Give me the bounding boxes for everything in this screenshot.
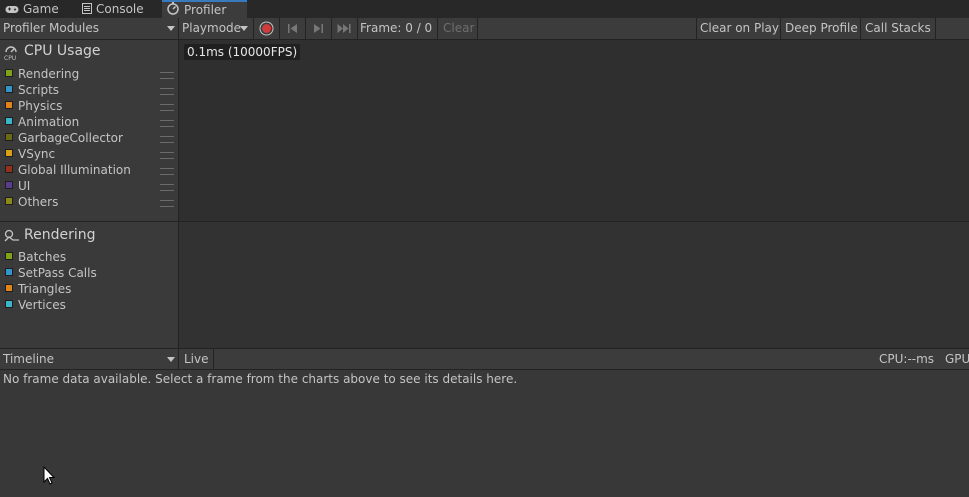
clear-on-play-button[interactable]: Clear on Play bbox=[700, 18, 779, 39]
deep-profile-button[interactable]: Deep Profile bbox=[785, 18, 858, 39]
legend-label: Others bbox=[18, 195, 59, 209]
last-frame-icon bbox=[337, 24, 351, 33]
cpu-module-title: CPU Usage bbox=[24, 43, 101, 59]
legend-label: VSync bbox=[18, 147, 56, 161]
legend-color-swatch bbox=[5, 197, 13, 205]
drag-handle-icon[interactable] bbox=[160, 120, 174, 127]
tab-game[interactable]: Game bbox=[5, 0, 59, 18]
tab-console-label: Console bbox=[96, 2, 144, 16]
legend-label: Rendering bbox=[18, 67, 80, 81]
details-toolbar: Timeline Live CPU:--ms GPU bbox=[0, 349, 969, 370]
legend-color-swatch bbox=[5, 69, 13, 77]
legend-color-swatch bbox=[5, 101, 13, 109]
rendering-module-title: Rendering bbox=[24, 227, 96, 243]
profiler-modules-label: Profiler Modules bbox=[3, 21, 99, 35]
rendering-module[interactable]: Rendering Batches SetPass Calls Triangles V… bbox=[0, 222, 179, 348]
legend-color-swatch bbox=[5, 300, 13, 308]
drag-handle-icon[interactable] bbox=[160, 184, 174, 191]
legend-item[interactable]: SetPass Calls bbox=[5, 265, 97, 281]
legend-color-swatch bbox=[5, 165, 13, 173]
drag-handle-icon[interactable] bbox=[160, 152, 174, 159]
timeline-dropdown[interactable]: Timeline bbox=[3, 349, 178, 369]
no-data-message: No frame data available. Select a frame … bbox=[3, 372, 518, 386]
legend-item[interactable]: VSync bbox=[5, 146, 55, 162]
frame-counter: Frame: 0 / 0 bbox=[360, 21, 433, 35]
chevron-down-icon bbox=[167, 357, 175, 362]
drag-handle-icon[interactable] bbox=[160, 136, 174, 143]
cpu-usage-module[interactable]: CPU CPU Usage Rendering Scripts Physics Ani… bbox=[0, 40, 179, 221]
playmode-dropdown[interactable]: Playmode bbox=[182, 18, 252, 39]
profiler-modules-dropdown[interactable]: Profiler Modules bbox=[3, 18, 178, 39]
tab-game-label: Game bbox=[23, 2, 59, 16]
legend-item[interactable]: Batches bbox=[5, 249, 66, 265]
chevron-down-icon bbox=[167, 26, 175, 31]
legend-color-swatch bbox=[5, 85, 13, 93]
record-icon bbox=[259, 21, 274, 36]
timeline-label: Timeline bbox=[3, 352, 55, 366]
rendering-icon bbox=[4, 229, 19, 242]
tab-console[interactable]: Console bbox=[82, 0, 144, 18]
svg-text:CPU: CPU bbox=[4, 55, 16, 60]
gpu-time-readout: GPU bbox=[945, 352, 969, 366]
drag-handle-icon[interactable] bbox=[160, 88, 174, 95]
legend-item[interactable]: Animation bbox=[5, 114, 79, 130]
legend-item[interactable]: Rendering bbox=[5, 66, 79, 82]
frame-details-panel[interactable]: No frame data available. Select a frame … bbox=[0, 370, 969, 497]
legend-label: Batches bbox=[18, 250, 67, 264]
legend-label: Scripts bbox=[18, 83, 60, 97]
legend-color-swatch bbox=[5, 117, 13, 125]
first-frame-button[interactable] bbox=[280, 18, 305, 39]
cpu-icon: CPU bbox=[4, 46, 17, 60]
profiler-icon bbox=[167, 2, 180, 19]
legend-color-swatch bbox=[5, 284, 13, 292]
legend-item[interactable]: Others bbox=[5, 194, 58, 210]
live-toggle[interactable]: Live bbox=[184, 349, 209, 369]
legend-color-swatch bbox=[5, 149, 13, 157]
mouse-cursor-icon bbox=[43, 466, 55, 485]
next-frame-button[interactable] bbox=[306, 18, 331, 39]
legend-color-swatch bbox=[5, 252, 13, 260]
legend-label: Global Illumination bbox=[18, 163, 131, 177]
drag-handle-icon[interactable] bbox=[160, 200, 174, 207]
chevron-down-icon bbox=[240, 26, 248, 31]
window-tab-bar: Game Console Profiler bbox=[0, 0, 969, 18]
legend-label: Vertices bbox=[18, 298, 66, 312]
legend-label: Triangles bbox=[18, 282, 72, 296]
next-frame-icon bbox=[314, 24, 323, 33]
drag-handle-icon[interactable] bbox=[160, 72, 174, 79]
legend-item[interactable]: Vertices bbox=[5, 297, 66, 313]
cpu-time-readout: CPU:--ms bbox=[879, 352, 935, 366]
legend-item[interactable]: GarbageCollector bbox=[5, 130, 123, 146]
legend-item[interactable]: Physics bbox=[5, 98, 62, 114]
legend-label: Animation bbox=[18, 115, 80, 129]
gamepad-icon bbox=[5, 1, 19, 19]
legend-label: UI bbox=[18, 179, 31, 193]
legend-label: GarbageCollector bbox=[18, 131, 123, 145]
profiler-toolbar: Profiler Modules Playmode Frame: 0 / 0 C… bbox=[0, 18, 969, 40]
playmode-label: Playmode bbox=[182, 21, 242, 35]
call-stacks-button[interactable]: Call Stacks bbox=[865, 18, 931, 39]
last-frame-button[interactable] bbox=[332, 18, 357, 39]
legend-color-swatch bbox=[5, 268, 13, 276]
tab-profiler[interactable]: Profiler bbox=[162, 0, 247, 18]
legend-item[interactable]: Scripts bbox=[5, 82, 59, 98]
first-frame-icon bbox=[288, 24, 297, 33]
legend-item[interactable]: Triangles bbox=[5, 281, 71, 297]
legend-color-swatch bbox=[5, 133, 13, 141]
rendering-chart[interactable] bbox=[179, 222, 969, 348]
frame-time-tooltip: 0.1ms (10000FPS) bbox=[184, 44, 301, 60]
record-button[interactable] bbox=[254, 18, 278, 39]
legend-item[interactable]: UI bbox=[5, 178, 30, 194]
console-icon bbox=[82, 1, 92, 19]
clear-button[interactable]: Clear bbox=[443, 18, 474, 39]
legend-label: SetPass Calls bbox=[18, 266, 97, 280]
cpu-usage-chart[interactable] bbox=[179, 40, 969, 221]
drag-handle-icon[interactable] bbox=[160, 104, 174, 111]
tab-profiler-label: Profiler bbox=[184, 3, 227, 17]
legend-color-swatch bbox=[5, 181, 13, 189]
drag-handle-icon[interactable] bbox=[160, 168, 174, 175]
legend-label: Physics bbox=[18, 99, 63, 113]
legend-item[interactable]: Global Illumination bbox=[5, 162, 131, 178]
